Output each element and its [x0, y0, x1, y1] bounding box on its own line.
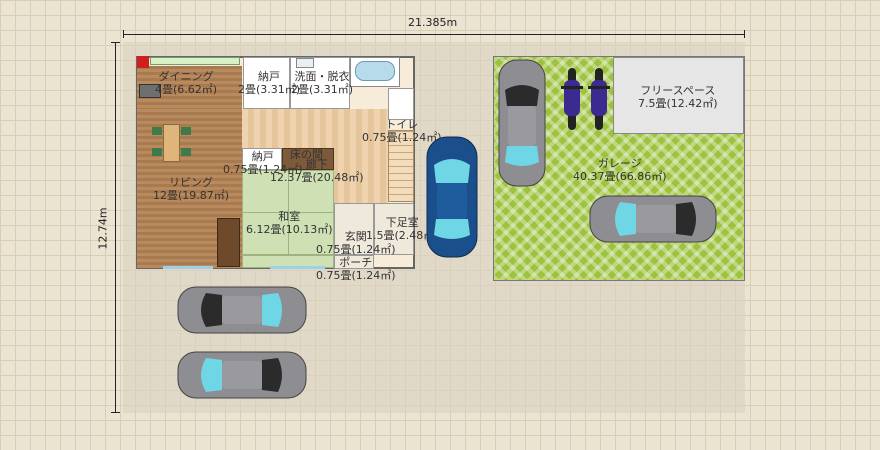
- label-washroom: 洗面・脱衣 2畳(3.31㎡): [291, 70, 353, 96]
- label-dining-name: ダイニング: [158, 70, 214, 83]
- label-hallway: 廊下 12.37畳(20.48㎡): [270, 158, 364, 184]
- label-porch-area: 0.75畳(1.24㎡): [316, 269, 396, 282]
- width-dimension-tick-left: [123, 30, 124, 38]
- label-genkan-area: 0.75畳(1.24㎡): [316, 243, 396, 256]
- kitchen-counter: [150, 57, 240, 65]
- car-blue: [426, 136, 478, 258]
- label-dining: ダイニング 4畳(6.62㎡): [155, 70, 217, 96]
- label-hallway-area: 12.37畳(20.48㎡): [270, 171, 364, 184]
- height-dimension-line: [115, 42, 116, 413]
- label-toilet-name: トイレ: [385, 118, 419, 131]
- label-free-space: フリースペース 7.5畳(12.42㎡): [638, 84, 718, 110]
- tv-stand: [217, 218, 240, 267]
- washbasin: [296, 58, 314, 68]
- width-dimension-line: [123, 34, 745, 35]
- toilet-room[interactable]: [388, 88, 414, 120]
- label-garage-name: ガレージ: [597, 157, 642, 170]
- label-living: リビング 12畳(19.87㎡): [153, 176, 229, 202]
- label-dining-area: 4畳(6.62㎡): [155, 83, 218, 96]
- label-washroom-name: 洗面・脱衣: [294, 70, 350, 83]
- motorbike-2: [588, 68, 610, 130]
- height-dimension-label: 12.74m: [96, 207, 110, 250]
- car-garage-vertical: [498, 59, 546, 187]
- label-porch: ポーチ 0.75畳(1.24㎡): [316, 256, 396, 282]
- car-garage-horizontal: [589, 195, 717, 243]
- fridge: [137, 56, 149, 68]
- label-porch-name: ポーチ: [339, 256, 373, 269]
- label-hallway-name: 廊下: [305, 158, 328, 171]
- height-dimension-tick-top: [111, 42, 120, 43]
- chair-3: [181, 127, 191, 135]
- label-garage-area: 40.37畳(66.86㎡): [573, 170, 667, 183]
- chair-4: [181, 148, 191, 156]
- motorbike-1: [561, 68, 583, 130]
- label-living-area: 12畳(19.87㎡): [153, 189, 230, 202]
- chair-2: [152, 148, 162, 156]
- chair-1: [152, 127, 162, 135]
- label-washitsu-name: 和室: [278, 210, 301, 223]
- car-parking-2: [177, 351, 307, 399]
- label-living-name: リビング: [169, 176, 214, 189]
- window-bottom-living: [163, 266, 213, 269]
- label-garage: ガレージ 40.37畳(66.86㎡): [573, 157, 667, 183]
- width-dimension-label: 21.385m: [408, 16, 458, 29]
- label-free-space-area: 7.5畳(12.42㎡): [638, 97, 718, 110]
- width-dimension-tick-right: [744, 30, 745, 38]
- label-free-space-name: フリースペース: [640, 84, 716, 97]
- car-parking-1: [177, 286, 307, 334]
- label-washroom-area: 2畳(3.31㎡): [291, 83, 354, 96]
- height-dimension-tick-bottom: [111, 412, 120, 413]
- bathtub-basin: [355, 61, 395, 81]
- dining-table: [163, 124, 180, 162]
